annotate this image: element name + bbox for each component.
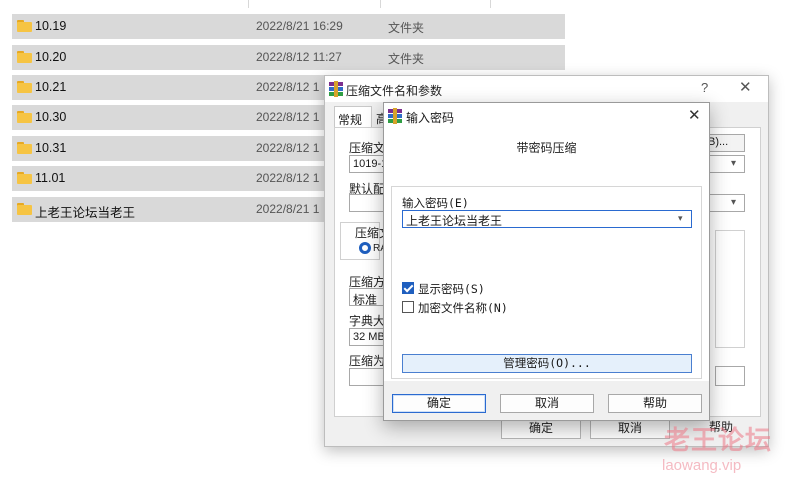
tab-general[interactable]: 常规 [334, 106, 372, 128]
password-dialog: 输入密码 ✕ 带密码压缩 输入密码(E) 上老王论坛当老王 ▾ 显示密码(S) … [383, 102, 710, 421]
browse-button[interactable]: B)... [705, 134, 745, 152]
folder-icon [17, 51, 32, 63]
encrypt-names-checkbox[interactable] [402, 301, 414, 313]
folder-icon [17, 20, 32, 32]
list-item[interactable]: 10.19 2022/8/21 16:29 文件夹 [12, 14, 565, 39]
column-divider[interactable] [380, 0, 381, 8]
folder-icon [17, 172, 32, 184]
item-name: 11.01 [35, 171, 66, 185]
help-button[interactable]: 帮助 [608, 394, 702, 413]
password-input[interactable]: 上老王论坛当老王 [402, 210, 692, 228]
chevron-down-icon[interactable]: ▾ [731, 158, 745, 172]
cancel-button[interactable]: 取消 [500, 394, 594, 413]
chevron-down-icon[interactable]: ▾ [731, 197, 745, 211]
item-name: 10.30 [35, 110, 67, 124]
dialog-title: 输入密码 [406, 111, 455, 125]
options-field[interactable] [715, 366, 745, 386]
item-name: 上老王论坛当老王 [35, 206, 136, 220]
encrypt-names-label[interactable]: 加密文件名称(N) [418, 300, 508, 316]
watermark-url: laowang.vip [662, 457, 742, 474]
folder-icon [17, 111, 32, 123]
folder-icon [17, 203, 32, 215]
item-type: 文件夹 [388, 21, 425, 35]
item-date: 2022/8/21 1 [256, 202, 320, 216]
item-date: 2022/8/21 16:29 [256, 19, 343, 33]
item-name: 10.20 [35, 50, 67, 64]
close-icon[interactable]: ✕ [739, 78, 752, 96]
item-type: 文件夹 [388, 52, 425, 66]
dialog-titlebar[interactable]: 压缩文件名和参数 ? ✕ [325, 76, 768, 102]
manage-passwords-button[interactable]: 管理密码(O)... [402, 354, 692, 373]
dialog-body: 带密码压缩 输入密码(E) 上老王论坛当老王 ▾ 显示密码(S) 加密文件名称(… [384, 129, 709, 381]
column-header-strip [12, 0, 565, 8]
folder-icon [17, 142, 32, 154]
dialog-title: 压缩文件名和参数 [346, 84, 443, 98]
split-volumes-label: 压缩为 [349, 354, 386, 368]
format-rar-radio[interactable] [359, 242, 371, 254]
item-name: 10.19 [35, 19, 67, 33]
item-date: 2022/8/12 1 [256, 141, 320, 155]
dict-size-label: 字典大 [349, 314, 386, 328]
dialog-heading: 带密码压缩 [516, 141, 577, 155]
winrar-icon [388, 108, 402, 124]
column-divider[interactable] [490, 0, 491, 8]
chevron-down-icon[interactable]: ▾ [678, 213, 683, 224]
item-date: 2022/8/12 1 [256, 171, 320, 185]
list-item[interactable]: 10.20 2022/8/12 11:27 文件夹 [12, 45, 565, 70]
close-icon[interactable]: ✕ [688, 106, 701, 124]
dialog-titlebar[interactable]: 输入密码 ✕ [384, 103, 709, 129]
show-password-label[interactable]: 显示密码(S) [418, 281, 485, 297]
options-box [715, 230, 745, 348]
archive-name-label: 压缩文 [349, 141, 386, 155]
watermark-logo: 老王论坛 [664, 425, 773, 455]
item-date: 2022/8/12 1 [256, 110, 320, 124]
item-name: 10.31 [35, 141, 67, 155]
ok-button[interactable]: 确定 [392, 394, 486, 413]
show-password-checkbox[interactable] [402, 282, 414, 294]
item-name: 10.21 [35, 80, 67, 94]
winrar-icon [329, 81, 343, 97]
help-icon[interactable]: ? [701, 80, 708, 95]
column-divider[interactable] [248, 0, 249, 8]
item-date: 2022/8/12 1 [256, 80, 320, 94]
folder-icon [17, 81, 32, 93]
item-date: 2022/8/12 11:27 [256, 50, 342, 64]
password-label: 输入密码(E) [402, 196, 469, 210]
